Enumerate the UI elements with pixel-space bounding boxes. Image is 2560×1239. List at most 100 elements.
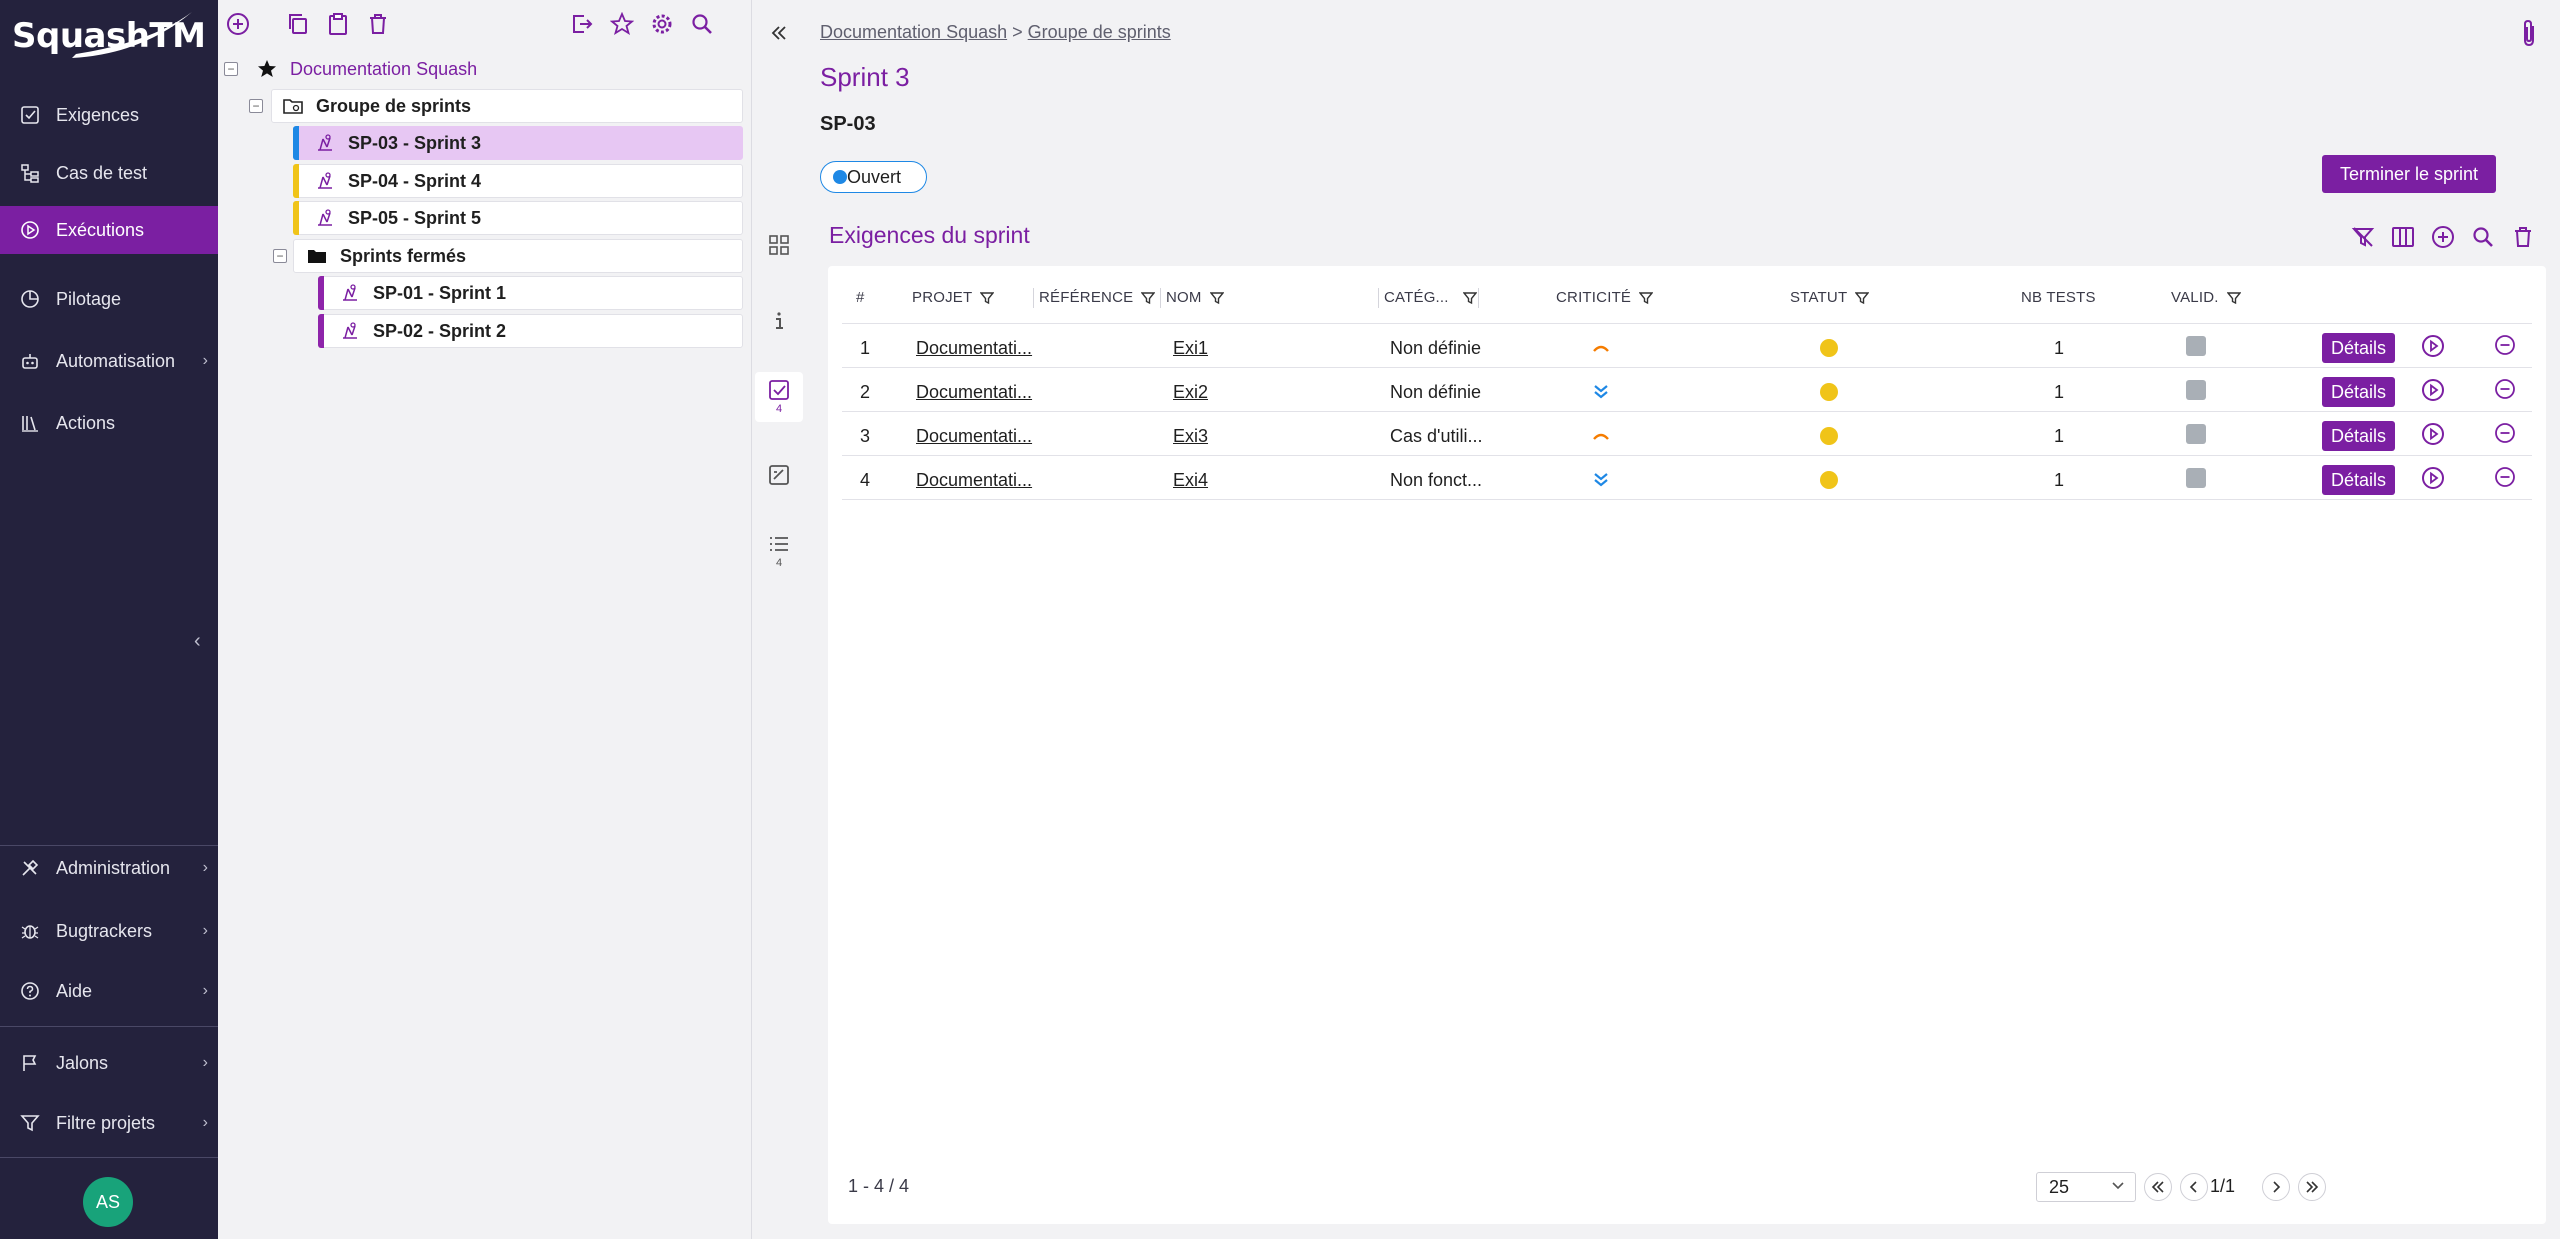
- nav-label: Filtre projets: [56, 1112, 156, 1133]
- validation-status[interactable]: [2186, 412, 2206, 456]
- user-avatar[interactable]: AS: [83, 1177, 133, 1227]
- tab-list[interactable]: 4: [755, 526, 803, 576]
- filter-icon[interactable]: [980, 291, 995, 305]
- nav-exigences[interactable]: Exigences: [0, 91, 218, 139]
- filter-icon[interactable]: [1855, 291, 1870, 305]
- last-page-button[interactable]: [2298, 1173, 2326, 1201]
- column-header-reference[interactable]: RÉFÉRENCE: [1039, 289, 1156, 306]
- first-page-button[interactable]: [2144, 1173, 2172, 1201]
- add-circle-icon[interactable]: [2430, 224, 2456, 250]
- column-header-name[interactable]: NOM: [1166, 289, 1224, 306]
- tree-sprint-node[interactable]: SP-03 - Sprint 3: [293, 126, 743, 160]
- collapse-toggle[interactable]: −: [249, 99, 263, 113]
- row-details-button[interactable]: Détails: [2322, 326, 2396, 370]
- clear-filter-icon[interactable]: [2350, 224, 2376, 250]
- column-divider[interactable]: [1478, 288, 1479, 308]
- filter-icon[interactable]: [1141, 291, 1156, 305]
- breadcrumb-group-link[interactable]: Groupe de sprints: [1028, 22, 1171, 42]
- column-header-nb-tests[interactable]: NB TESTS: [2021, 289, 2096, 306]
- row-name-link[interactable]: Exi2: [1173, 370, 1208, 414]
- remove-circle-icon[interactable]: [2494, 455, 2516, 499]
- nav-administration[interactable]: Administration ›: [0, 844, 218, 892]
- validation-status[interactable]: [2186, 324, 2206, 368]
- column-divider[interactable]: [1033, 288, 1034, 308]
- page-size-select[interactable]: 25: [2036, 1172, 2136, 1202]
- row-details-button[interactable]: Détails: [2322, 458, 2396, 502]
- nav-executions[interactable]: Exécutions: [0, 206, 218, 254]
- remove-circle-icon[interactable]: [2494, 411, 2516, 455]
- nav-aide[interactable]: Aide ›: [0, 967, 218, 1015]
- row-project-link[interactable]: Documentati...: [916, 370, 1032, 414]
- nav-automatisation[interactable]: Automatisation ›: [0, 337, 218, 385]
- delete-icon[interactable]: [364, 10, 392, 38]
- column-divider[interactable]: [1378, 288, 1379, 308]
- row-details-button[interactable]: Détails: [2322, 370, 2396, 414]
- tree-sprint-node[interactable]: SP-01 - Sprint 1: [318, 276, 743, 310]
- status-badge[interactable]: Ouvert: [820, 161, 928, 193]
- nav-pilotage[interactable]: Pilotage: [0, 275, 218, 323]
- column-header-category[interactable]: CATÉG...: [1384, 289, 1477, 306]
- play-circle-icon[interactable]: [2421, 324, 2445, 368]
- squashtm-logo[interactable]: SquashTM: [12, 12, 206, 60]
- row-name-link[interactable]: Exi3: [1173, 414, 1208, 458]
- row-project-link[interactable]: Documentati...: [916, 326, 1032, 370]
- previous-page-button[interactable]: [2180, 1173, 2208, 1201]
- filter-icon[interactable]: [1209, 291, 1224, 305]
- gear-icon[interactable]: [648, 10, 676, 38]
- columns-icon[interactable]: [2390, 224, 2416, 250]
- search-icon[interactable]: [2470, 224, 2496, 250]
- tree-sprint-node[interactable]: SP-02 - Sprint 2: [318, 314, 743, 348]
- row-name-link[interactable]: Exi4: [1173, 458, 1208, 502]
- next-page-button[interactable]: [2262, 1173, 2290, 1201]
- tree-group-node[interactable]: Groupe de sprints: [271, 89, 743, 123]
- row-project-link[interactable]: Documentati...: [916, 458, 1032, 502]
- add-circle-icon[interactable]: [224, 10, 252, 38]
- collapse-toggle[interactable]: −: [224, 62, 238, 76]
- nav-cas-de-test[interactable]: Cas de test: [0, 149, 218, 197]
- column-header-project[interactable]: PROJET: [912, 289, 995, 306]
- tree-sprint-node[interactable]: SP-05 - Sprint 5: [293, 201, 743, 235]
- nav-actions[interactable]: Actions: [0, 399, 218, 447]
- tab-requirements[interactable]: 4: [755, 372, 803, 422]
- play-circle-icon[interactable]: [2421, 456, 2445, 500]
- nav-bugtrackers[interactable]: Bugtrackers ›: [0, 907, 218, 955]
- copy-icon[interactable]: [284, 10, 312, 38]
- collapse-toggle[interactable]: −: [273, 249, 287, 263]
- breadcrumb-project-link[interactable]: Documentation Squash: [820, 22, 1007, 42]
- column-divider[interactable]: [1160, 288, 1161, 308]
- tab-dashboard[interactable]: [755, 220, 803, 270]
- nav-filtre-projets[interactable]: Filtre projets ›: [0, 1099, 218, 1147]
- column-header-criticality[interactable]: CRITICITÉ: [1556, 289, 1654, 306]
- tab-information[interactable]: [755, 296, 803, 346]
- column-header-status[interactable]: STATUT: [1790, 289, 1870, 306]
- filter-icon[interactable]: [2226, 291, 2241, 305]
- search-icon[interactable]: [688, 10, 716, 38]
- export-icon[interactable]: [568, 10, 596, 38]
- collapse-sidebar-icon[interactable]: ‹: [194, 630, 201, 653]
- nav-jalons[interactable]: Jalons ›: [0, 1039, 218, 1087]
- star-icon[interactable]: [608, 10, 636, 38]
- tree-folder-node[interactable]: Sprints fermés: [293, 239, 743, 273]
- remove-circle-icon[interactable]: [2494, 367, 2516, 411]
- row-project-link[interactable]: Documentati...: [916, 414, 1032, 458]
- validation-status[interactable]: [2186, 456, 2206, 500]
- tab-executions[interactable]: [755, 450, 803, 500]
- status-dot: [1820, 414, 1838, 458]
- row-name-link[interactable]: Exi1: [1173, 326, 1208, 370]
- end-sprint-button[interactable]: Terminer le sprint: [2321, 155, 2496, 193]
- tree-project-node[interactable]: Documentation Squash: [256, 52, 556, 86]
- filter-icon[interactable]: [1639, 291, 1654, 305]
- column-header-validation[interactable]: VALID.: [2171, 289, 2241, 306]
- filter-icon[interactable]: [1462, 291, 1477, 305]
- paste-icon[interactable]: [324, 10, 352, 38]
- delete-icon[interactable]: [2510, 224, 2536, 250]
- play-circle-icon[interactable]: [2421, 368, 2445, 412]
- row-details-button[interactable]: Détails: [2322, 414, 2396, 458]
- tree-sprint-node[interactable]: SP-04 - Sprint 4: [293, 164, 743, 198]
- attachment-icon[interactable]: [2520, 18, 2538, 53]
- play-circle-icon[interactable]: [2421, 412, 2445, 456]
- collapse-panel-button[interactable]: [755, 8, 803, 58]
- remove-circle-icon[interactable]: [2494, 323, 2516, 367]
- column-header-num[interactable]: #: [856, 289, 865, 306]
- validation-status[interactable]: [2186, 368, 2206, 412]
